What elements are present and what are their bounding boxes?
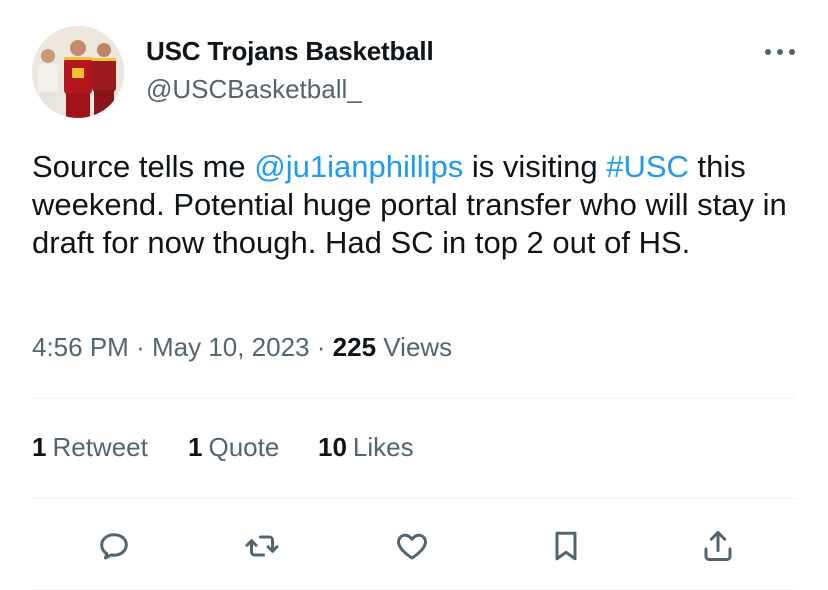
likes-label: Likes xyxy=(352,432,414,462)
meta-separator: · xyxy=(316,332,326,362)
meta-separator: · xyxy=(136,332,145,362)
heart-icon xyxy=(397,533,427,560)
author-name[interactable]: USC Trojans Basketball xyxy=(146,36,434,67)
tweet-time[interactable]: 4:56 PM xyxy=(32,332,129,362)
likes-count: 10 xyxy=(318,432,347,462)
bookmark-button[interactable] xyxy=(546,526,586,566)
avatar-image xyxy=(32,26,124,118)
reply-button[interactable] xyxy=(94,526,134,566)
divider xyxy=(32,498,796,499)
mention-link[interactable]: @ju1ianphillips xyxy=(254,149,463,184)
tweet-meta: 4:56 PM · May 10, 2023 · 225 Views xyxy=(32,332,452,363)
engagement-stats: 1 Retweet 1 Quote 10 Likes xyxy=(0,432,828,468)
quotes-label: Quote xyxy=(208,432,280,462)
tweet-card: USC Trojans Basketball @USCBasketball_ S… xyxy=(0,0,828,590)
views-count: 225 xyxy=(332,332,377,362)
share-button[interactable] xyxy=(698,526,738,566)
quotes-count: 1 xyxy=(188,432,203,462)
more-options-button[interactable] xyxy=(760,38,800,66)
tweet-date[interactable]: May 10, 2023 xyxy=(152,332,310,362)
tweet-text-part: Source tells me xyxy=(32,149,255,184)
hashtag-link[interactable]: #USC xyxy=(606,149,689,184)
retweets-count: 1 xyxy=(32,432,47,462)
reply-icon xyxy=(100,533,128,560)
divider xyxy=(32,398,796,399)
views-label: Views xyxy=(383,332,453,362)
author-handle[interactable]: @USCBasketball_ xyxy=(146,74,362,105)
more-horizontal-icon xyxy=(765,49,795,55)
tweet-text-part: is visiting xyxy=(463,149,607,184)
retweet-button[interactable] xyxy=(242,526,282,566)
like-button[interactable] xyxy=(392,526,432,566)
avatar[interactable] xyxy=(32,26,124,118)
retweets-stat[interactable]: 1 Retweet xyxy=(32,432,148,463)
tweet-text: Source tells me @ju1ianphillips is visit… xyxy=(32,148,802,262)
likes-stat[interactable]: 10 Likes xyxy=(318,432,414,463)
share-icon xyxy=(704,531,732,561)
retweet-icon xyxy=(245,535,279,557)
retweets-label: Retweet xyxy=(52,432,148,462)
quotes-stat[interactable]: 1 Quote xyxy=(188,432,279,463)
bookmark-icon xyxy=(555,531,577,561)
